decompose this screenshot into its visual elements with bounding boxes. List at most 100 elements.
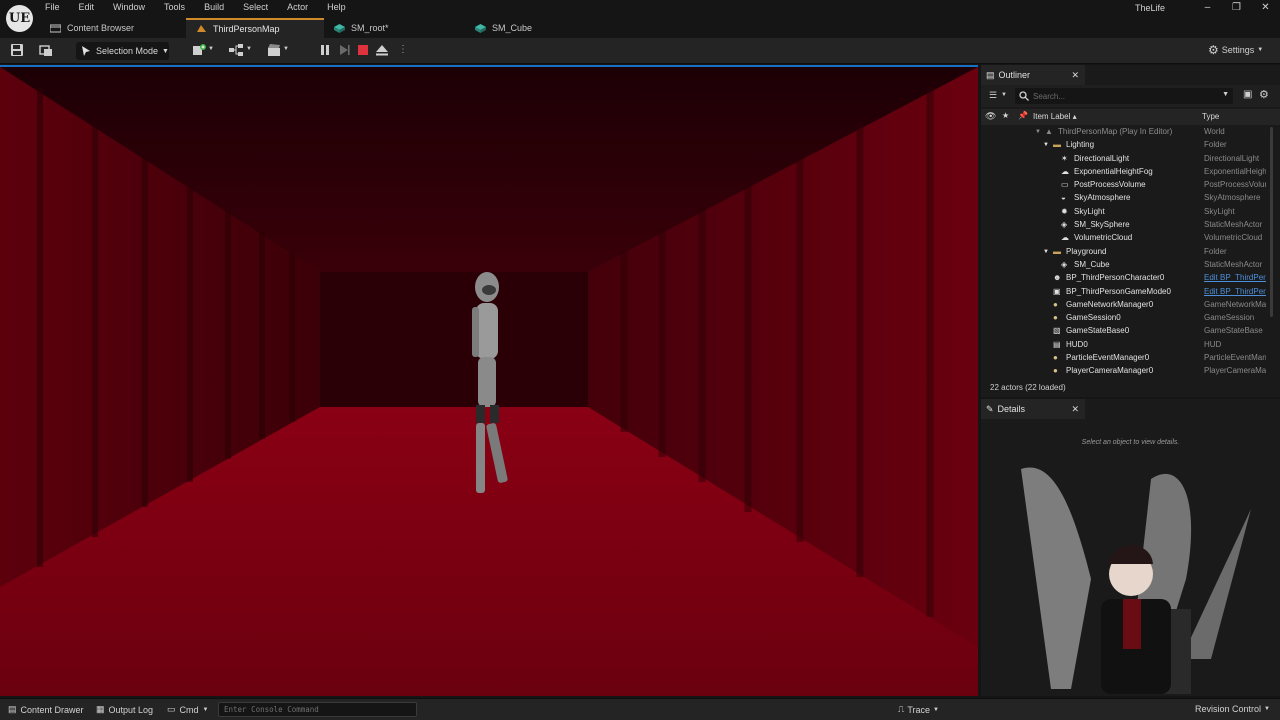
outliner-row[interactable]: ▼ ▬ Playground Folder: [981, 246, 1280, 259]
tab-thirdpersonmap[interactable]: ThirdPersonMap: [186, 18, 324, 38]
outliner-row[interactable]: ◒ SkyAtmosphere SkyAtmosphere: [981, 192, 1280, 205]
add-folder-icon[interactable]: ▣: [1243, 89, 1252, 100]
outliner-scrollbar[interactable]: [1270, 127, 1273, 317]
close-icon[interactable]: ✕: [1071, 404, 1079, 415]
level-viewport[interactable]: [0, 65, 978, 696]
cmd-dropdown[interactable]: ▭ Cmd ▼: [167, 704, 208, 715]
output-log-button[interactable]: ▦ Output Log: [96, 704, 153, 715]
menu-tools[interactable]: Tools: [164, 2, 185, 14]
outliner-row[interactable]: ◈ SM_SkySphere StaticMeshActor: [981, 219, 1280, 232]
visibility-eye-icon[interactable]: 👁: [985, 111, 996, 122]
chevron-down-icon[interactable]: ▼: [208, 46, 214, 52]
revision-control-dropdown[interactable]: Revision Control ▼: [1195, 704, 1270, 714]
outliner-status: 22 actors (22 loaded): [990, 383, 1066, 392]
content-drawer-icon: ▤: [8, 704, 17, 714]
outliner-row[interactable]: ☻ BP_ThirdPersonCharacter0 Edit BP_ThirdPe…: [981, 272, 1280, 285]
selection-mode-dropdown[interactable]: Selection Mode ▼: [76, 42, 169, 60]
outliner-row[interactable]: ◈ SM_Cube StaticMeshActor: [981, 259, 1280, 272]
outliner-row-label: GameStateBase0: [1066, 326, 1130, 336]
content-drawer-button[interactable]: ▤ Content Drawer: [8, 704, 84, 715]
filter-icon[interactable]: ☰: [989, 90, 997, 101]
save-icon[interactable]: [10, 43, 24, 57]
outliner-row-type: GameSession: [1204, 313, 1255, 323]
outliner-row[interactable]: ✹ SkyLight SkyLight: [981, 206, 1280, 219]
main-toolbar: Selection Mode ▼ ▼ ▼ ▼ ⋮ ⚙ Settings ▼: [0, 38, 1280, 64]
chevron-down-icon[interactable]: ▼: [246, 46, 252, 52]
outliner-row-label: GameSession0: [1066, 313, 1121, 323]
eject-icon[interactable]: [375, 43, 389, 57]
step-icon[interactable]: [337, 43, 351, 57]
close-button[interactable]: ✕: [1251, 0, 1280, 16]
tab-sm-cube[interactable]: SM_Cube: [465, 18, 585, 38]
outliner-row-label: PlayerCameraManager0: [1066, 366, 1154, 376]
outliner-row[interactable]: ● GameNetworkManager0 GameNetworkManager: [981, 299, 1280, 312]
chevron-down-icon[interactable]: ▼: [283, 46, 289, 52]
settings-button[interactable]: ⚙ Settings ▼: [1208, 43, 1263, 57]
menu-window[interactable]: Window: [113, 2, 145, 14]
restore-button[interactable]: ❐: [1222, 0, 1251, 16]
outliner-row[interactable]: ▼ ▬ Lighting Folder: [981, 139, 1280, 152]
corridor-back-wall: [320, 272, 588, 407]
tab-content-browser[interactable]: Content Browser: [40, 18, 186, 38]
outliner-row[interactable]: ● GameSession0 GameSession: [981, 312, 1280, 325]
browse-icon[interactable]: [39, 43, 53, 57]
chevron-down-icon[interactable]: ▼: [1001, 92, 1007, 98]
search-placeholder: Search...: [1033, 91, 1066, 101]
menu-select[interactable]: Select: [243, 2, 268, 14]
minimize-button[interactable]: –: [1193, 0, 1222, 16]
static-mesh-icon: [475, 23, 486, 33]
editor-tabs: Content Browser ThirdPersonMap SM_root* …: [40, 18, 585, 38]
outliner-row[interactable]: ▣ BP_ThirdPersonGameMode0 Edit BP_ThirdPer…: [981, 286, 1280, 299]
expand-arrow-icon[interactable]: ▼: [1043, 249, 1049, 255]
viewport-scene[interactable]: [0, 67, 978, 696]
unreal-logo[interactable]: UE: [6, 5, 33, 32]
outliner-row[interactable]: ▼ ▲ ThirdPersonMap (Play In Editor) World: [981, 126, 1280, 139]
outliner-row-label: SkyAtmosphere: [1074, 193, 1131, 203]
gear-icon[interactable]: ⚙: [1259, 88, 1269, 101]
outliner-row-label: GameNetworkManager0: [1066, 299, 1154, 309]
outliner-tab[interactable]: ▤ Outliner ✕: [981, 65, 1085, 85]
outliner-row[interactable]: ▧ GameStateBase0 GameStateBase: [981, 325, 1280, 338]
console-command-input[interactable]: Enter Console Command: [218, 702, 417, 717]
pause-icon[interactable]: [318, 43, 332, 57]
settings-label: Settings: [1221, 45, 1255, 55]
menu-build[interactable]: Build: [204, 2, 224, 14]
trace-dropdown[interactable]: ⎍ Trace ▼: [898, 704, 939, 715]
outliner-row-label: SM_SkySphere: [1074, 220, 1130, 230]
add-actor-icon[interactable]: [192, 43, 206, 57]
outliner-row[interactable]: ✶ DirectionalLight DirectionalLight: [981, 153, 1280, 166]
outliner-row-type: StaticMeshActor: [1204, 220, 1263, 230]
edit-blueprint-link[interactable]: Edit BP_ThirdPersonGameMode: [1204, 287, 1266, 296]
menu-file[interactable]: File: [45, 2, 60, 14]
output-log-icon: ▦: [96, 704, 105, 714]
webcam-overlay: [1021, 467, 1251, 694]
outliner-row[interactable]: ☁ VolumetricCloud VolumetricCloud: [981, 232, 1280, 245]
column-item-label[interactable]: Item Label ▴: [1033, 112, 1077, 121]
cinematics-icon[interactable]: [267, 43, 281, 57]
outliner-row[interactable]: ▤ HUD0 HUD: [981, 339, 1280, 352]
skylight-icon: ✹: [1061, 206, 1068, 216]
column-type[interactable]: Type: [1202, 112, 1219, 121]
details-tab[interactable]: ✎ Details ✕: [981, 399, 1085, 419]
more-options-icon[interactable]: ⋮: [398, 44, 408, 55]
world-icon: ▲: [1045, 127, 1053, 136]
edit-blueprint-link[interactable]: Edit BP_ThirdPersonCharacter: [1204, 273, 1266, 282]
outliner-row[interactable]: ● PlayerCameraManager0 PlayerCameraManager: [981, 365, 1280, 378]
close-icon[interactable]: ✕: [1071, 70, 1079, 81]
pin-icon[interactable]: 📌: [1018, 111, 1028, 120]
stop-icon[interactable]: [356, 43, 370, 57]
outliner-row[interactable]: ▭ PostProcessVolume PostProcessVolume: [981, 179, 1280, 192]
favorite-star-icon[interactable]: ★: [1002, 111, 1009, 120]
outliner-row[interactable]: ● ParticleEventManager0 ParticleEventManag…: [981, 352, 1280, 365]
game-state-icon: ▧: [1053, 326, 1061, 336]
outliner-row-type: HUD: [1204, 339, 1222, 349]
menu-help[interactable]: Help: [327, 2, 346, 14]
blueprints-icon[interactable]: [229, 43, 243, 57]
outliner-search-input[interactable]: Search... ▼: [1015, 88, 1233, 104]
expand-arrow-icon[interactable]: ▼: [1043, 142, 1049, 148]
expand-arrow-icon[interactable]: ▼: [1035, 129, 1041, 135]
outliner-row[interactable]: ☁ ExponentialHeightFog ExponentialHeightFo…: [981, 166, 1280, 179]
tab-sm-root[interactable]: SM_root*: [324, 18, 465, 38]
menu-actor[interactable]: Actor: [287, 2, 308, 14]
menu-edit[interactable]: Edit: [79, 2, 95, 14]
